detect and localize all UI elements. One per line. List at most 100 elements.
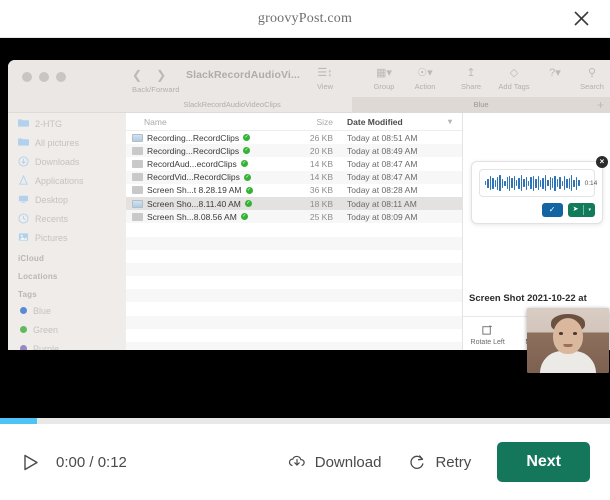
finder-window-title: SlackRecordAudioVi... bbox=[186, 69, 300, 81]
file-size: 20 KB bbox=[309, 145, 333, 156]
sidebar-section-tags: Tags bbox=[18, 290, 37, 299]
toolbar-group-button[interactable]: ▦▾ Group bbox=[365, 67, 403, 91]
retry-button[interactable]: Retry bbox=[407, 452, 471, 472]
next-button[interactable]: Next bbox=[497, 442, 590, 482]
webcam-eye-left bbox=[559, 332, 563, 335]
sidebar-tag-green[interactable]: Green bbox=[8, 320, 126, 339]
toolbar-view-button[interactable]: ☰↕ View bbox=[308, 67, 342, 91]
tab-slackrecordaudiovideoclips[interactable]: SlackRecordAudioVideoClips bbox=[112, 97, 352, 113]
sidebar-item-all-pictures[interactable]: All pictures bbox=[8, 133, 126, 152]
confirm-clip-button[interactable]: ✓ bbox=[541, 203, 563, 217]
sidebar-tag-purple[interactable]: Purple bbox=[8, 339, 126, 350]
retry-label: Retry bbox=[435, 453, 472, 471]
chevron-down-icon[interactable]: ▾ bbox=[584, 203, 595, 217]
sidebar-item-label: All pictures bbox=[35, 137, 80, 148]
file-size: 26 KB bbox=[309, 132, 333, 143]
sidebar-tag-label: Blue bbox=[33, 305, 52, 316]
table-row[interactable]: Screen Sh...t 8.28.19 AM ✓ 36 KB Today a… bbox=[126, 184, 462, 197]
close-circle-icon[interactable]: × bbox=[596, 156, 608, 168]
top-bar: groovyPost.com bbox=[0, 0, 610, 38]
file-size: 14 KB bbox=[309, 172, 333, 183]
file-name: Recording...RecordClips bbox=[147, 132, 240, 143]
window-traffic-lights[interactable] bbox=[8, 60, 126, 82]
webcam-overlay[interactable] bbox=[527, 308, 609, 373]
chevron-right-icon[interactable]: ❯ bbox=[156, 69, 166, 81]
table-row[interactable]: Recording...RecordClips ✓ 20 KB Today at… bbox=[126, 144, 462, 158]
maximize-window-icon[interactable] bbox=[56, 72, 66, 82]
download-button[interactable]: Download bbox=[287, 452, 381, 472]
finder-body: 2-HTG All pictures Downloads Application… bbox=[8, 113, 610, 350]
file-name: Screen Sh...8.08.56 AM bbox=[147, 211, 237, 222]
empty-row bbox=[126, 302, 462, 315]
file-name-cell: Screen Sh...t 8.28.19 AM ✓ bbox=[126, 185, 271, 195]
toolbar-action-label: Action bbox=[414, 82, 436, 91]
column-header-name[interactable]: Name bbox=[126, 117, 271, 127]
empty-row bbox=[126, 329, 462, 342]
empty-row bbox=[126, 342, 462, 350]
close-icon[interactable] bbox=[570, 8, 592, 30]
waveform-container[interactable]: 0:14 bbox=[479, 169, 597, 197]
file-name: Screen Sho...8.11.40 AM bbox=[147, 198, 241, 209]
file-size: 25 KB bbox=[309, 211, 333, 222]
rotate-left-button[interactable]: Rotate Left bbox=[465, 323, 511, 346]
toolbar-search-button[interactable]: ⚲ Search bbox=[574, 67, 610, 91]
group-grid-icon: ▦▾ bbox=[376, 67, 392, 79]
chevron-left-icon[interactable]: ❮ bbox=[132, 69, 142, 81]
tag-check-icon: ✓ bbox=[240, 213, 248, 221]
sidebar-tag-label: Purple bbox=[33, 343, 60, 351]
table-row[interactable]: RecordVid...RecordClips ✓ 14 KB Today at… bbox=[126, 170, 462, 184]
sidebar-item-recents[interactable]: Recents bbox=[8, 209, 126, 228]
send-paperplane-icon: ➤ bbox=[572, 206, 579, 213]
table-row[interactable]: RecordAud...ecordClips ✓ 14 KB Today at … bbox=[126, 157, 462, 170]
sidebar-tag-blue[interactable]: Blue bbox=[8, 301, 126, 320]
close-window-icon[interactable] bbox=[22, 72, 32, 82]
file-date: Today at 08:51 AM bbox=[347, 132, 418, 143]
sidebar-item-pictures[interactable]: Pictures bbox=[8, 228, 126, 247]
file-size: 18 KB bbox=[309, 198, 333, 209]
new-tab-icon[interactable]: + bbox=[597, 98, 604, 112]
video-stage[interactable]: ❮ ❯ Back/Forward SlackRecordAudioVi... ☰… bbox=[0, 38, 610, 418]
finder-window: ❮ ❯ Back/Forward SlackRecordAudioVi... ☰… bbox=[8, 60, 610, 350]
folder-icon bbox=[18, 118, 29, 129]
toolbar-group-label: Group bbox=[373, 82, 395, 91]
toolbar-help-button[interactable]: ?▾ bbox=[542, 67, 568, 79]
sidebar-item-2-htg[interactable]: 2-HTG bbox=[8, 114, 126, 133]
file-name: RecordVid...RecordClips bbox=[147, 172, 240, 183]
empty-row bbox=[126, 315, 462, 329]
table-row[interactable]: Recording...RecordClips ✓ 26 KB Today at… bbox=[126, 131, 462, 144]
file-icon bbox=[132, 159, 143, 168]
time-display: 0:00 / 0:12 bbox=[56, 453, 127, 471]
column-header-date[interactable]: Date Modified ▾ bbox=[333, 117, 462, 127]
tab-blue[interactable]: Blue bbox=[352, 96, 610, 113]
sidebar-item-desktop[interactable]: Desktop bbox=[8, 190, 126, 209]
file-name: Recording...RecordClips bbox=[147, 145, 240, 156]
column-header-size[interactable]: Size bbox=[271, 117, 333, 127]
toolbar-addtags-button[interactable]: ◇ Add Tags bbox=[492, 67, 536, 91]
empty-row bbox=[126, 236, 462, 250]
toolbar-action-button[interactable]: ☉▾ Action bbox=[406, 67, 444, 91]
image-file-icon bbox=[132, 133, 143, 142]
tag-check-icon: ✓ bbox=[243, 134, 251, 142]
help-question-icon: ?▾ bbox=[549, 67, 561, 79]
toolbar-share-button[interactable]: ↥ Share bbox=[453, 67, 489, 91]
empty-row bbox=[126, 276, 462, 289]
sidebar-item-downloads[interactable]: Downloads bbox=[8, 152, 126, 171]
search-icon: ⚲ bbox=[587, 67, 597, 79]
tag-dot-green bbox=[20, 326, 27, 333]
preview-filename: Screen Shot 2021-10-22 at bbox=[469, 293, 587, 304]
share-icon: ↥ bbox=[466, 67, 476, 79]
nav-arrows[interactable]: ❮ ❯ bbox=[132, 60, 166, 81]
send-clip-button[interactable]: ➤ ▾ bbox=[567, 203, 595, 217]
table-row[interactable]: Screen Sh...8.08.56 AM ✓ 25 KB Today at … bbox=[126, 210, 462, 224]
play-button[interactable] bbox=[20, 451, 42, 473]
sidebar-item-applications[interactable]: Applications bbox=[8, 171, 126, 190]
empty-row bbox=[126, 250, 462, 263]
file-icon bbox=[132, 173, 143, 182]
clock-icon bbox=[18, 213, 29, 224]
finder-sidebar: 2-HTG All pictures Downloads Application… bbox=[8, 113, 126, 350]
table-row[interactable]: Screen Sho...8.11.40 AM ✓ 18 KB Today at… bbox=[126, 196, 462, 211]
minimize-window-icon[interactable] bbox=[39, 72, 49, 82]
file-icon bbox=[132, 212, 143, 221]
file-icon bbox=[132, 146, 143, 155]
sidebar-item-label: Pictures bbox=[35, 232, 68, 243]
